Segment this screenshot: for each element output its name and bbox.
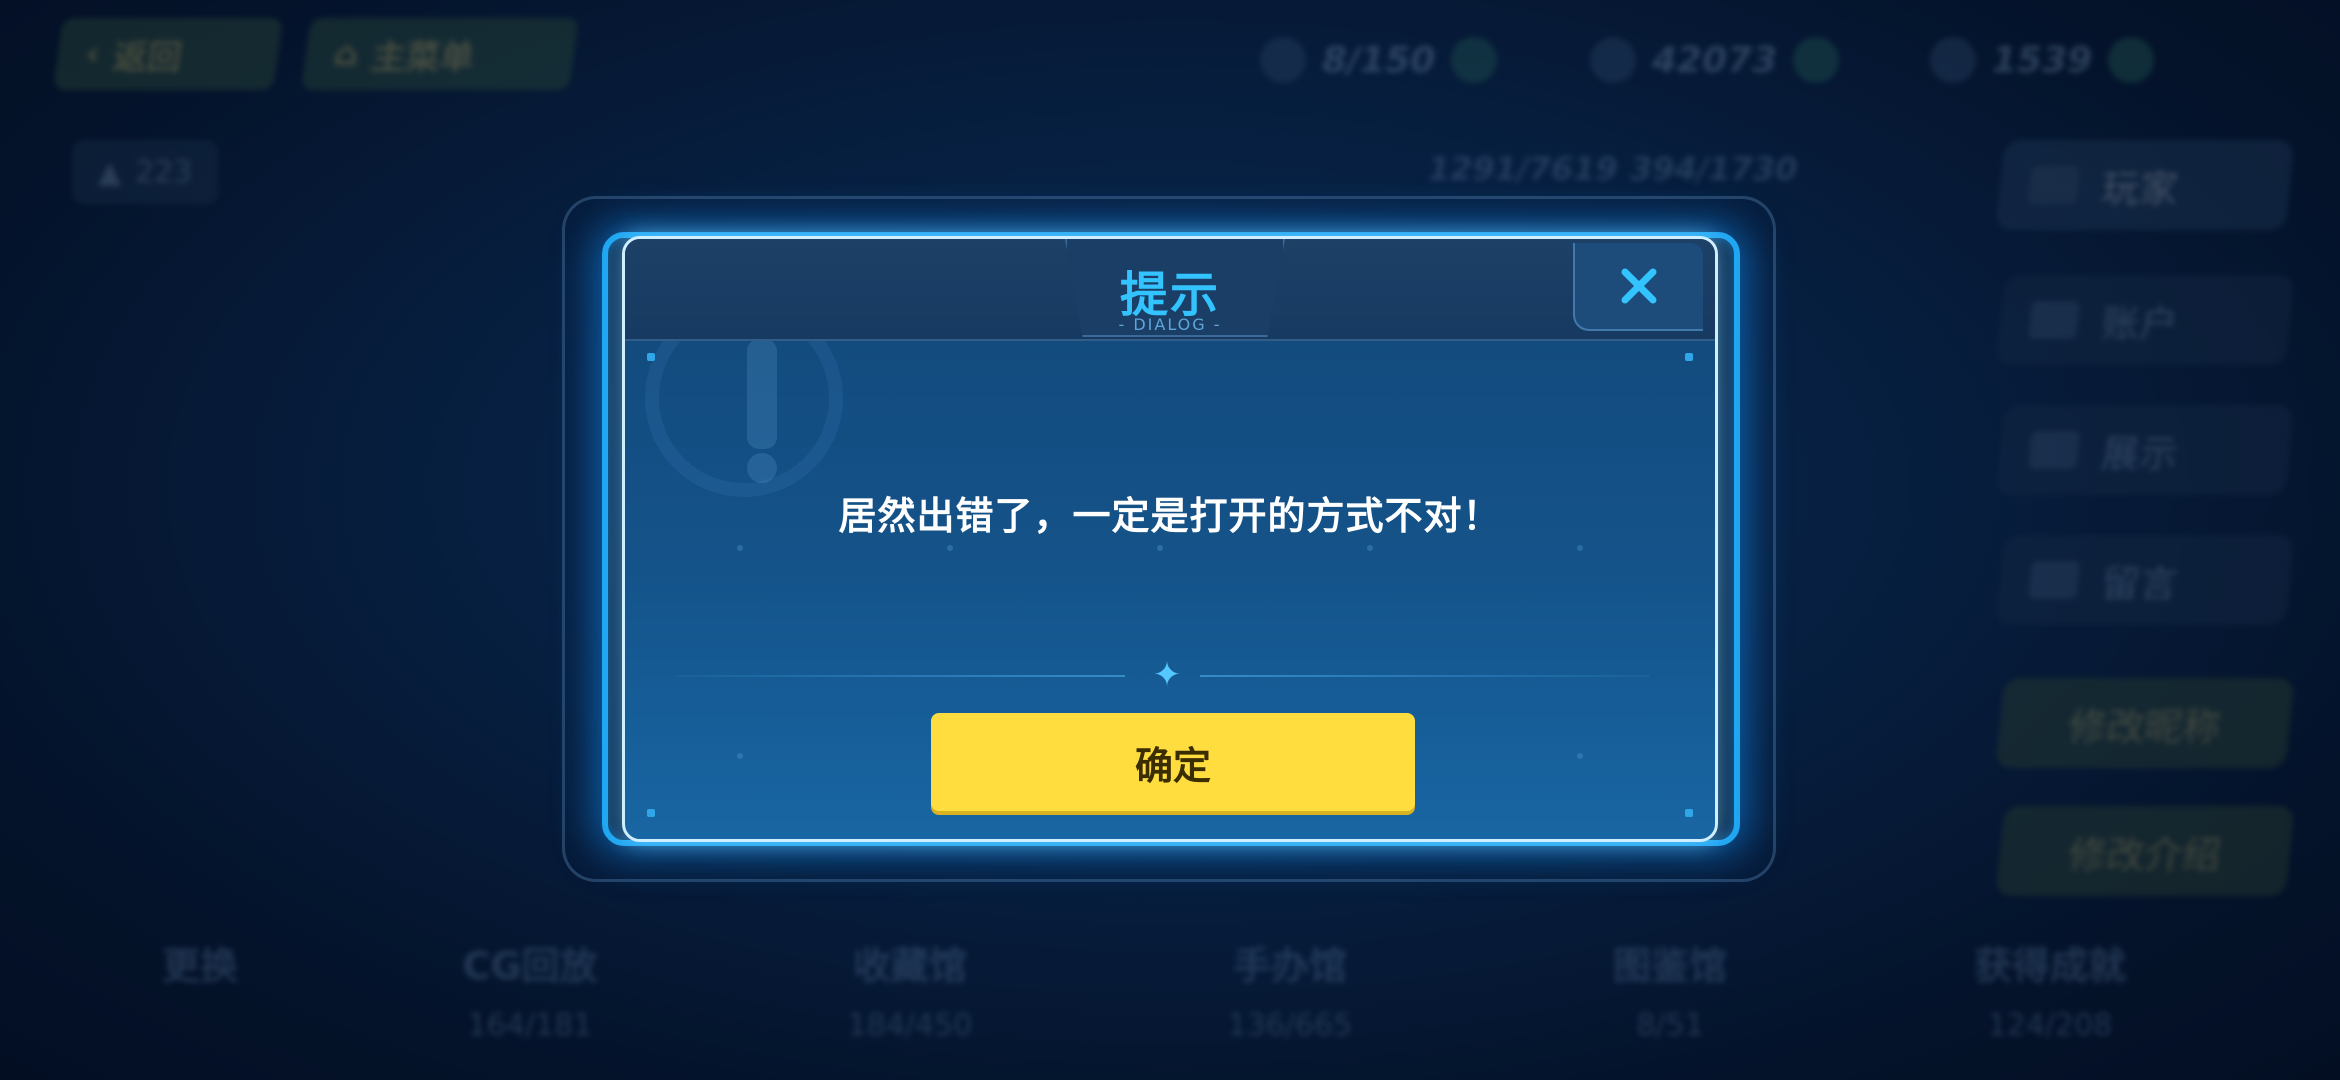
- grid-dot: [1577, 753, 1583, 759]
- dialog-header: 提示 - DIALOG -: [625, 239, 1715, 341]
- grid-dot: [1577, 545, 1583, 551]
- sparkle-icon: ✦: [1152, 655, 1182, 695]
- corner-marker: [647, 353, 655, 361]
- error-dialog: 提示 - DIALOG - 居然出错了，一定是打开的方式不对！ ✦ 确定: [622, 236, 1718, 842]
- confirm-button[interactable]: 确定: [931, 713, 1415, 811]
- dialog-subtitle: - DIALOG -: [1118, 315, 1222, 334]
- grid-dot: [1367, 545, 1373, 551]
- watermark-dot: [747, 453, 777, 483]
- close-icon: [1621, 268, 1657, 304]
- grid-dot: [1157, 545, 1163, 551]
- grid-dot: [737, 545, 743, 551]
- corner-marker: [1685, 809, 1693, 817]
- close-button[interactable]: [1573, 243, 1703, 331]
- divider-line: [1200, 675, 1650, 677]
- corner-marker: [647, 809, 655, 817]
- corner-marker: [1685, 353, 1693, 361]
- watermark-bar: [747, 339, 777, 449]
- dialog-message: 居然出错了，一定是打开的方式不对！: [838, 494, 1502, 538]
- grid-dot: [947, 545, 953, 551]
- divider-line: [675, 675, 1125, 677]
- grid-dot: [737, 753, 743, 759]
